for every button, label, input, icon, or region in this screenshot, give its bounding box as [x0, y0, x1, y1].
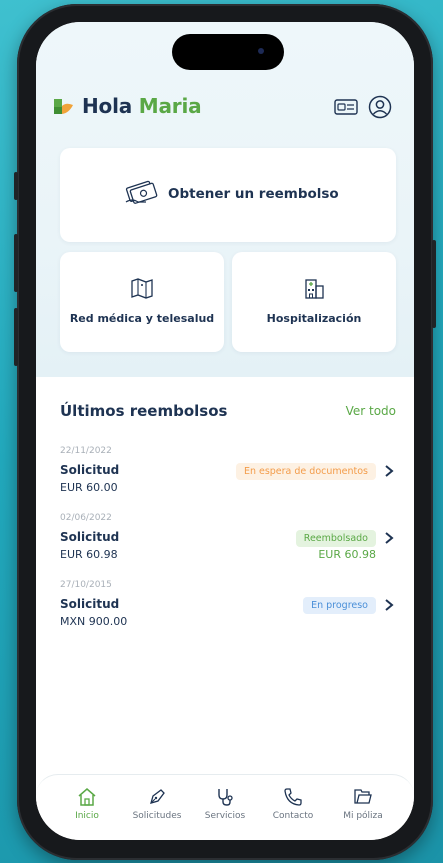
status-badge: En espera de documentos: [235, 463, 376, 480]
chevron-right-icon[interactable]: [382, 531, 396, 545]
request-label: Solicitud: [60, 597, 120, 611]
reimbursed-amount: EUR 60.98: [318, 548, 376, 561]
status-badge: En progreso: [303, 597, 376, 614]
see-all-link[interactable]: Ver todo: [346, 404, 396, 418]
dynamic-island: [172, 34, 284, 70]
hospitalization-label: Hospitalización: [266, 312, 362, 325]
request-amount: EUR 60.00: [60, 481, 118, 494]
greeting-word: Hola: [82, 94, 133, 118]
nav-item-servicios[interactable]: Servicios: [190, 787, 260, 821]
pen-icon: [150, 789, 165, 804]
user-profile-icon[interactable]: [368, 95, 392, 119]
nav-item-inicio[interactable]: Inicio: [52, 787, 122, 821]
request-label: Solicitud: [60, 463, 120, 477]
request-date: 22/11/2022: [60, 446, 112, 456]
nav-item-solicitudes[interactable]: Solicitudes: [122, 787, 192, 821]
request-date: 02/06/2022: [60, 513, 112, 523]
nav-label: Solicitudes: [132, 811, 182, 821]
nav-label: Contacto: [272, 811, 314, 821]
request-amount: EUR 60.98: [60, 548, 118, 561]
folder-icon: [354, 789, 372, 804]
nav-label: Servicios: [204, 811, 246, 821]
status-badge: Reembolsado: [295, 530, 376, 547]
request-amount: MXN 900.00: [60, 615, 128, 628]
reimbursement-row[interactable]: 02/06/2022 Solicitud EUR 60.98 Reembolsa…: [60, 513, 396, 573]
phone-icon: [284, 788, 302, 806]
get-reimbursement-label: Obtener un reembolso: [168, 186, 339, 202]
mute-switch: [14, 172, 18, 200]
medical-network-card[interactable]: Red médica y telesalud: [60, 252, 224, 352]
camera-dot: [258, 48, 264, 54]
id-card-icon[interactable]: [334, 99, 358, 115]
money-bill-icon: [125, 180, 158, 204]
stethoscope-icon: [218, 789, 233, 806]
volume-down-button: [14, 308, 18, 366]
app-screen: Hola Maria Obtener un reembolso Red médi…: [36, 22, 414, 840]
map-icon: [131, 278, 153, 299]
volume-up-button: [14, 234, 18, 292]
nav-item-contacto[interactable]: Contacto: [258, 787, 328, 821]
app-header: Hola Maria: [52, 94, 398, 122]
home-icon: [78, 788, 96, 806]
medical-network-label: Red médica y telesalud: [69, 312, 215, 325]
nav-label: Mi póliza: [343, 811, 383, 821]
brand-logo-icon: [54, 99, 73, 114]
bottom-navigation: Inicio Solicitudes Servicios Contacto Mi…: [36, 774, 414, 840]
request-date: 27/10/2015: [60, 580, 112, 590]
reimbursement-row[interactable]: 22/11/2022 Solicitud EUR 60.00 En espera…: [60, 446, 396, 506]
chevron-right-icon[interactable]: [382, 598, 396, 612]
nav-item-mi-poliza[interactable]: Mi póliza: [328, 787, 398, 821]
user-name: Maria: [138, 94, 202, 118]
reimbursement-row[interactable]: 27/10/2015 Solicitud MXN 900.00 En progr…: [60, 580, 396, 640]
hospitalization-card[interactable]: Hospitalización: [232, 252, 396, 352]
nav-label: Inicio: [75, 811, 99, 821]
chevron-right-icon[interactable]: [382, 464, 396, 478]
power-button: [432, 240, 436, 328]
hospital-building-icon: [305, 279, 324, 299]
greeting-title: Hola Maria: [82, 94, 202, 118]
recent-reimbursements-title: Últimos reembolsos: [60, 402, 228, 420]
get-reimbursement-card[interactable]: Obtener un reembolso: [60, 148, 396, 242]
request-label: Solicitud: [60, 530, 120, 544]
